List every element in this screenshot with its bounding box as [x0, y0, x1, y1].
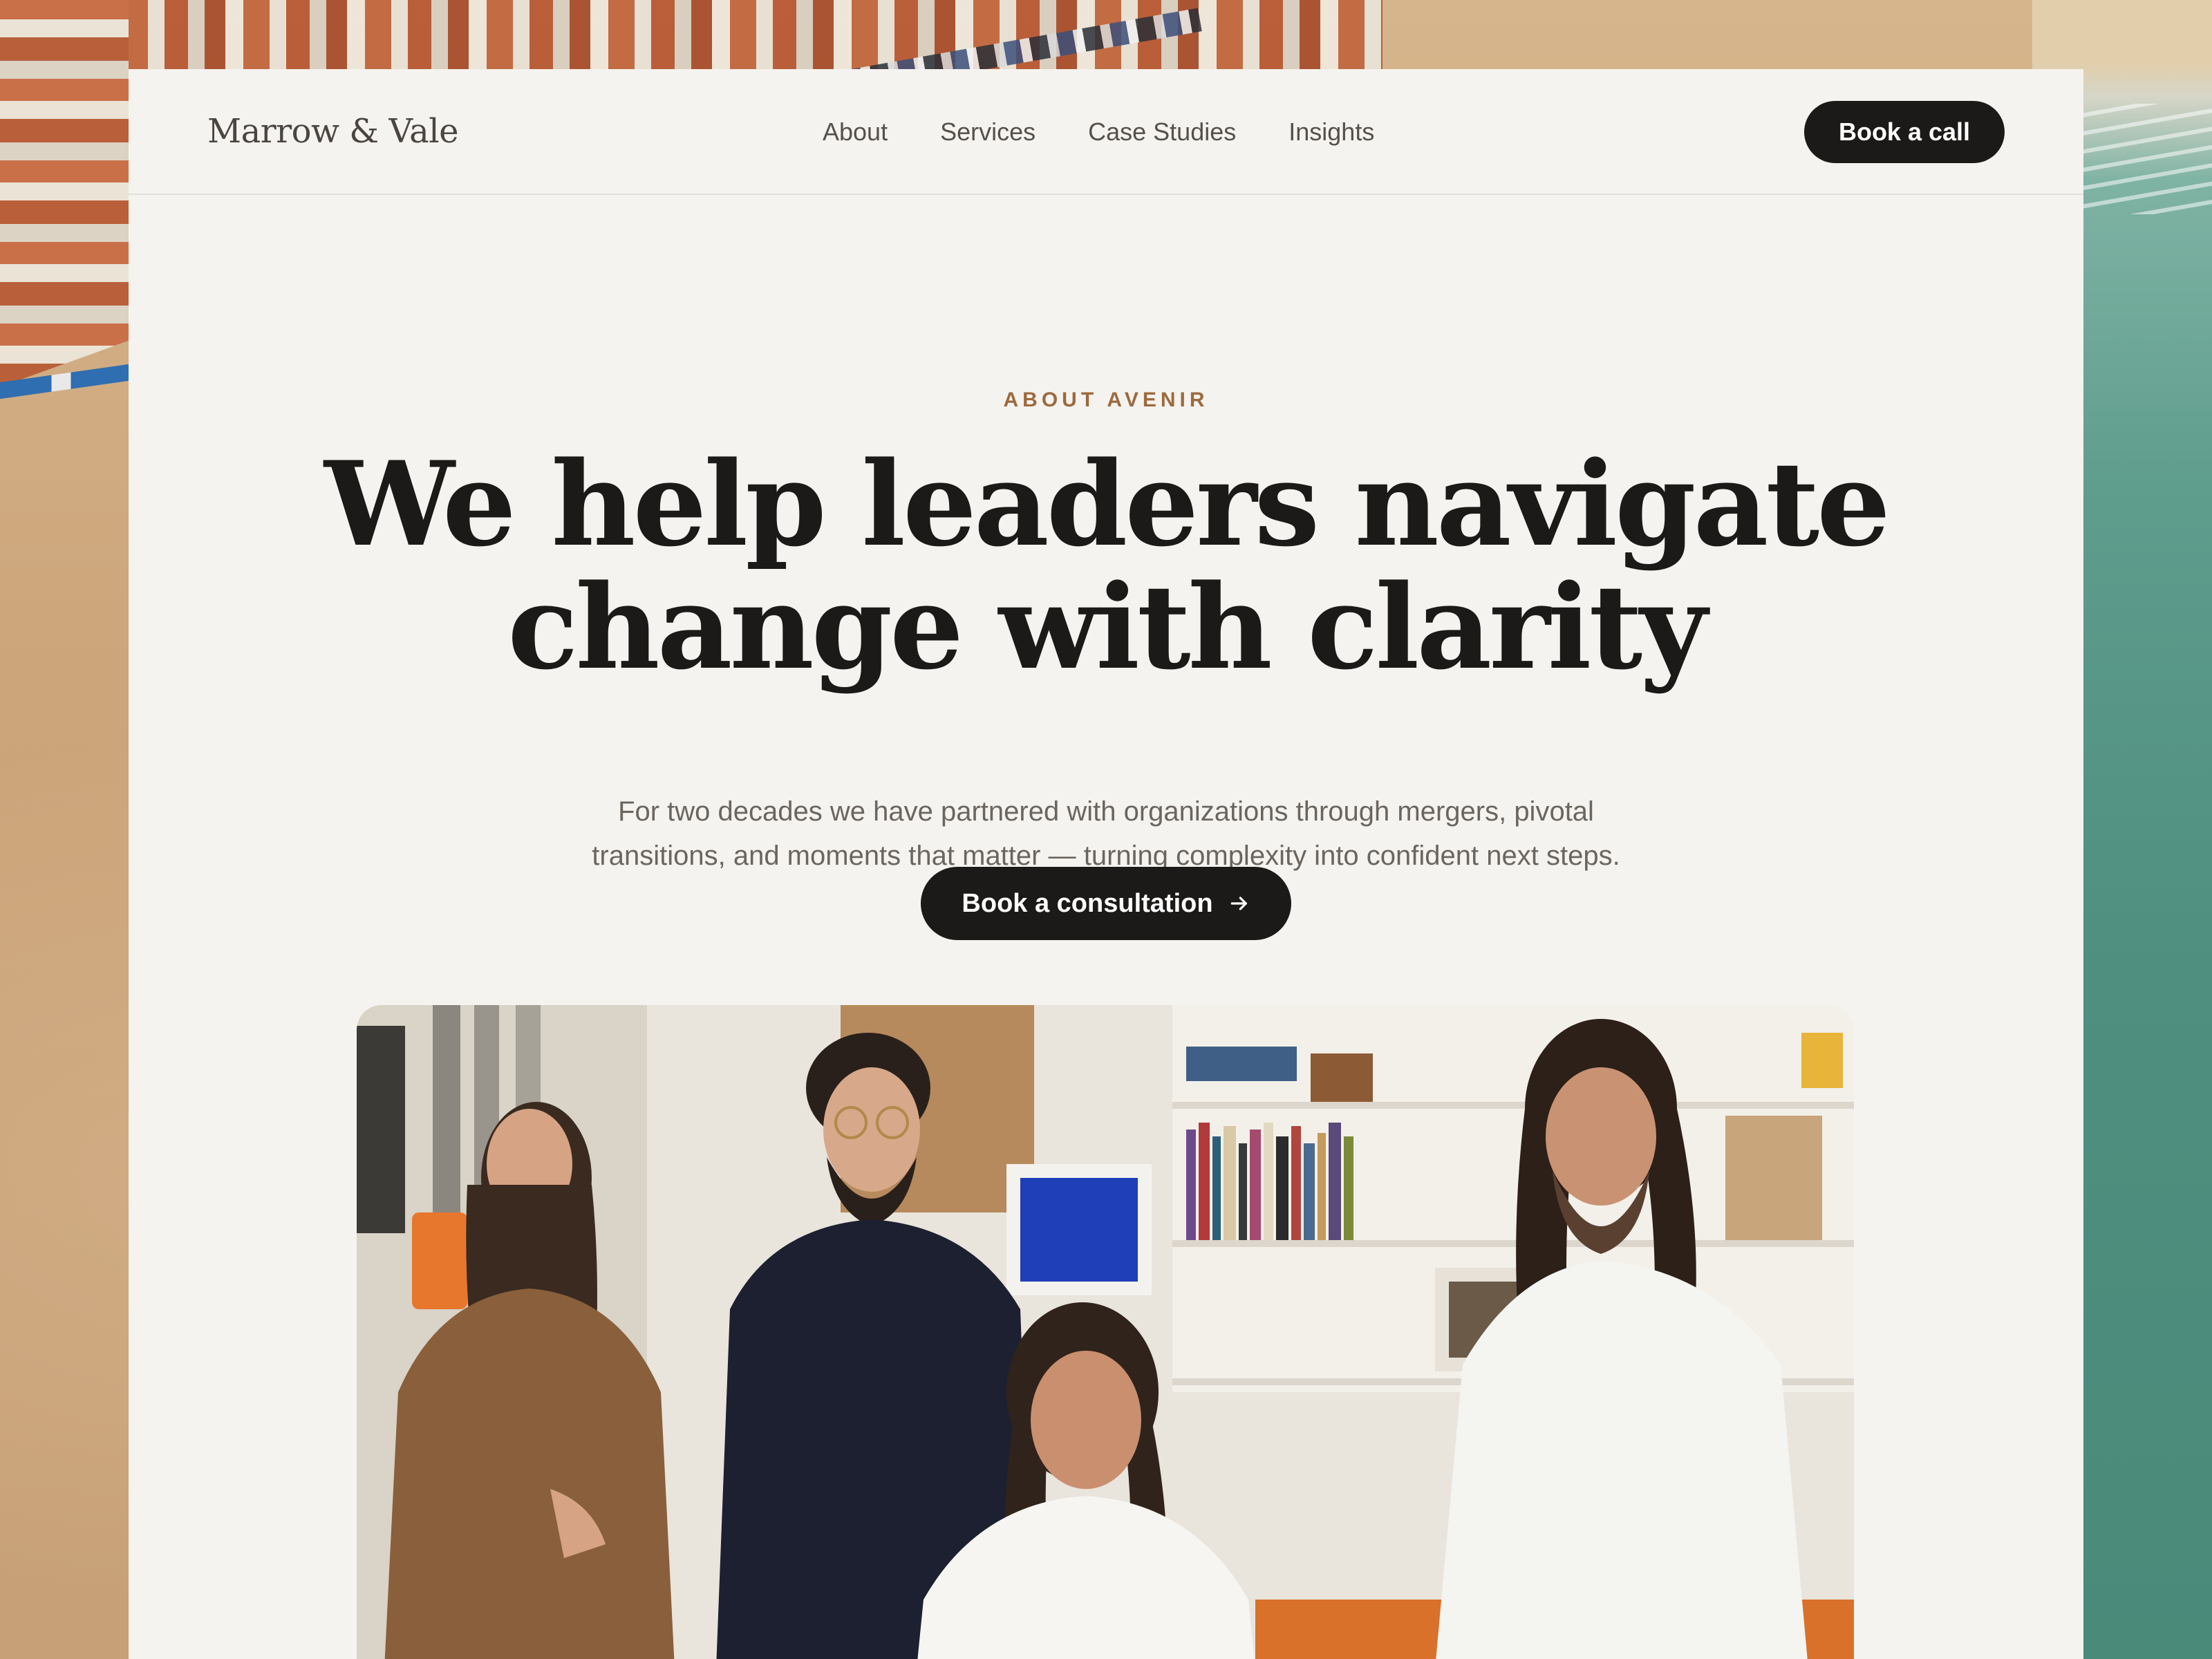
nav-links: About Services Case Studies Insights — [823, 118, 1427, 147]
top-navigation: Marrow & Vale About Services Case Studie… — [129, 69, 2083, 195]
nav-link-case-studies[interactable]: Case Studies — [1088, 118, 1236, 147]
arrow-right-icon — [1230, 897, 1247, 910]
team-photo — [357, 1005, 1854, 1659]
section-eyebrow: ABOUT AVENIR — [1003, 388, 1209, 411]
nav-link-services[interactable]: Services — [940, 118, 1035, 147]
book-consultation-label: Book a consultation — [962, 888, 1213, 918]
nav-link-about[interactable]: About — [823, 118, 888, 147]
hero-subtext-line-1: For two decades we have partnered with o… — [618, 796, 1594, 827]
book-consultation-button[interactable]: Book a consultation — [921, 867, 1291, 940]
brand-logo[interactable]: Marrow & Vale — [207, 112, 459, 151]
book-a-call-button[interactable]: Book a call — [1804, 101, 2005, 163]
hero-subtext: For two decades we have partnered with o… — [129, 789, 2083, 878]
hero-headline-line-1: We help leaders navigate — [324, 435, 1891, 572]
hero-headline-line-2: change with clarity — [507, 559, 1707, 695]
website-page: Marrow & Vale About Services Case Studie… — [129, 69, 2083, 1659]
background-town-buildings — [0, 0, 129, 387]
hero-headline: We help leaders navigate change with cla… — [129, 442, 2083, 688]
nav-link-insights[interactable]: Insights — [1288, 118, 1374, 147]
